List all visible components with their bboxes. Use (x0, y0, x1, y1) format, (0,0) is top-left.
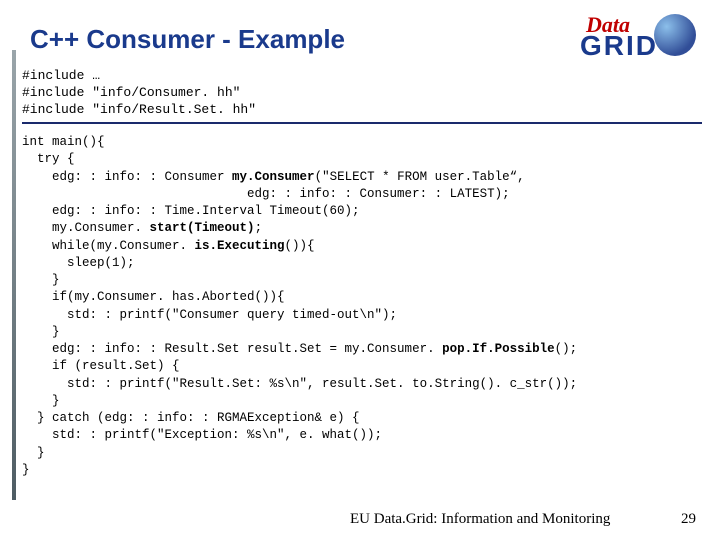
slide: C++ Consumer - Example Data GRID #includ… (0, 0, 720, 540)
vertical-bar (12, 50, 16, 500)
globe-icon (654, 14, 696, 56)
slide-title: C++ Consumer - Example (30, 24, 345, 55)
code-block: int main(){ try { edg: : info: : Consume… (22, 134, 577, 479)
logo-bottom-text: GRID (580, 30, 658, 62)
datagrid-logo: Data GRID (580, 14, 700, 64)
horizontal-rule (22, 122, 702, 124)
include-block: #include … #include "info/Consumer. hh" … (22, 68, 256, 119)
page-number: 29 (681, 511, 696, 528)
footer-text: EU Data.Grid: Information and Monitoring (350, 511, 610, 528)
